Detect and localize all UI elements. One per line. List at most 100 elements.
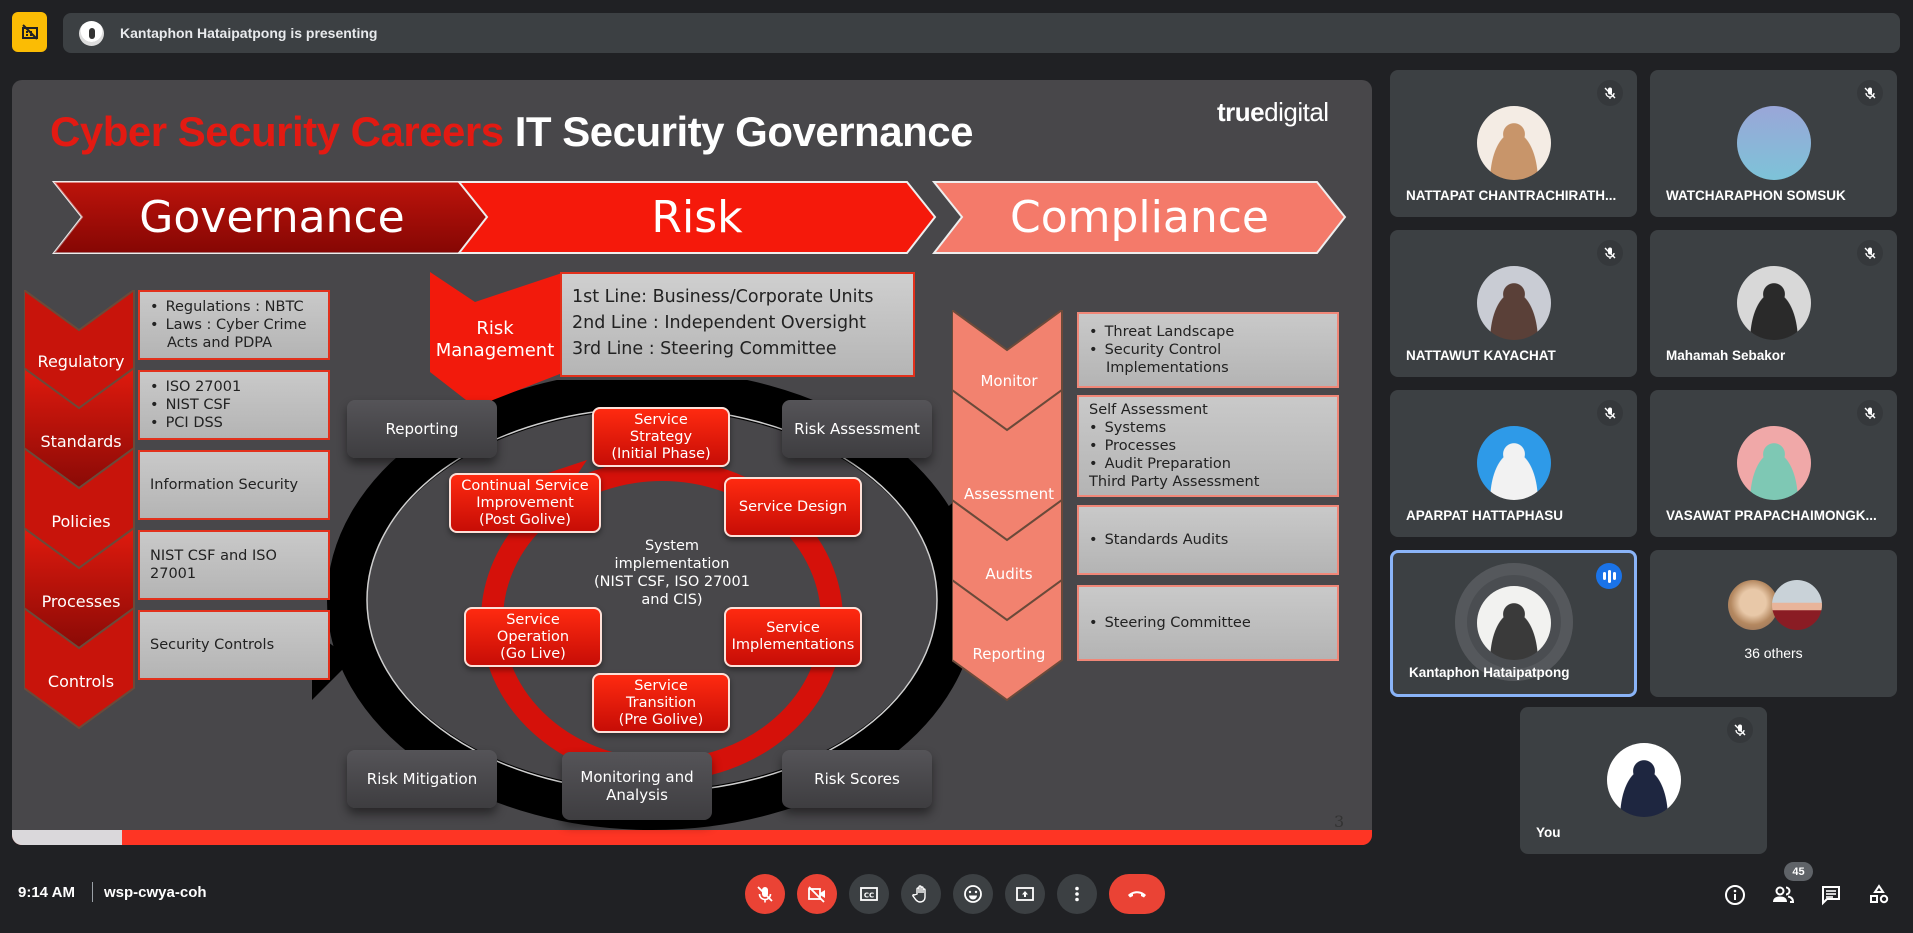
others-count: 36 others bbox=[1744, 645, 1803, 661]
risk-cycle-step: Risk Mitigation bbox=[347, 750, 497, 808]
participant-tile[interactable]: WATCHARAPHON SOMSUK bbox=[1650, 70, 1897, 217]
service-cycle-step: Service Implementations bbox=[724, 607, 862, 667]
present-screen-button[interactable] bbox=[1005, 874, 1045, 914]
governance-list-item: Laws : Cyber Crime bbox=[150, 316, 307, 334]
presentation-off-icon bbox=[21, 24, 38, 40]
compliance-label: Audits bbox=[985, 565, 1033, 583]
participant-tile[interactable]: Mahamah Sebakor bbox=[1650, 230, 1897, 377]
emoji-reaction-button[interactable] bbox=[953, 874, 993, 914]
camera-toggle-button[interactable] bbox=[797, 874, 837, 914]
compliance-label: Reporting bbox=[972, 645, 1046, 663]
cycle-center-text: System implementation (NIST CSF, ISO 270… bbox=[594, 538, 750, 608]
people-button[interactable] bbox=[1768, 880, 1798, 910]
slide-progress-track bbox=[12, 830, 1372, 845]
participant-tile[interactable]: Kantaphon Hataipatpong bbox=[1390, 550, 1637, 697]
participant-name: NATTAWUT KAYACHAT bbox=[1406, 348, 1556, 363]
mic-off-icon bbox=[757, 886, 773, 903]
service-cycle-step: Service Strategy (Initial Phase) bbox=[592, 407, 730, 467]
presentation-badge[interactable] bbox=[12, 12, 47, 52]
truedigital-logo: truedigital bbox=[1217, 97, 1329, 128]
captions-icon: CC bbox=[860, 887, 878, 901]
raise-hand-button[interactable] bbox=[901, 874, 941, 914]
muted-mic-icon bbox=[1597, 400, 1623, 426]
banner-label: Risk bbox=[651, 192, 743, 243]
risk-lines-box: 1st Line: Business/Corporate Units 2nd L… bbox=[560, 272, 915, 377]
activities-icon bbox=[1870, 884, 1889, 904]
presenting-text: Kantaphon Hataipatpong is presenting bbox=[120, 25, 378, 41]
muted-mic-icon bbox=[1597, 80, 1623, 106]
governance-list: Information Security bbox=[150, 476, 298, 494]
risk-line: 3rd Line : Steering Committee bbox=[572, 339, 837, 359]
compliance-list-item: Third Party Assessment bbox=[1089, 474, 1260, 490]
compliance-list: Standards Audits bbox=[1089, 531, 1229, 549]
banner-label: Compliance bbox=[1010, 192, 1269, 243]
compliance-list-item: Self Assessment bbox=[1089, 402, 1208, 418]
participant-tile[interactable]: You bbox=[1520, 707, 1767, 854]
participant-avatar bbox=[1736, 266, 1811, 340]
risk-cycle-step: Risk Scores bbox=[782, 750, 932, 808]
participant-avatar bbox=[1736, 426, 1811, 500]
raise-hand-icon bbox=[912, 885, 926, 903]
compliance-list: Steering Committee bbox=[1089, 614, 1251, 632]
muted-mic-icon bbox=[1727, 717, 1753, 743]
participant-avatar bbox=[1476, 266, 1551, 340]
present-screen-icon bbox=[1016, 887, 1034, 901]
muted-mic-icon bbox=[1857, 80, 1883, 106]
participant-tile[interactable]: NATTAPAT CHANTRACHIRATH... bbox=[1390, 70, 1637, 217]
leave-call-button[interactable] bbox=[1109, 874, 1165, 914]
participant-tile[interactable]: VASAWAT PRAPACHAIMONGK... bbox=[1650, 390, 1897, 537]
governance-label: Controls bbox=[47, 672, 115, 691]
compliance-list-item: Audit Preparation bbox=[1089, 455, 1259, 473]
participant-avatar bbox=[1476, 586, 1551, 660]
banner-risk: Risk bbox=[457, 180, 937, 255]
logo-thin: digital bbox=[1264, 97, 1329, 127]
compliance-list: Threat LandscapeSecurity ControlImplemen… bbox=[1089, 323, 1235, 377]
meeting-info-button[interactable] bbox=[1720, 880, 1750, 910]
participant-avatar bbox=[1476, 426, 1551, 500]
governance-box: Information Security bbox=[138, 450, 330, 520]
divider bbox=[92, 882, 93, 902]
end-call-icon bbox=[1128, 891, 1146, 898]
chat-button[interactable] bbox=[1816, 880, 1846, 910]
more-options-button[interactable] bbox=[1057, 874, 1097, 914]
compliance-list-item: Implementations bbox=[1106, 360, 1229, 376]
risk-management-label: Risk Management bbox=[435, 318, 555, 361]
service-cycle-step: Service Operation (Go Live) bbox=[464, 607, 602, 667]
banner-governance: Governance bbox=[52, 180, 492, 255]
service-cycle-step: Service Transition (Pre Golive) bbox=[592, 673, 730, 733]
governance-list: Security Controls bbox=[150, 636, 274, 654]
governance-list-item: Security Controls bbox=[150, 637, 275, 653]
logo-bold: true bbox=[1217, 97, 1265, 127]
others-tile[interactable]: 36 others bbox=[1650, 550, 1897, 697]
compliance-box: Self AssessmentSystemsProcessesAudit Pre… bbox=[1077, 395, 1339, 497]
participant-name: Mahamah Sebakor bbox=[1666, 348, 1786, 363]
governance-box: NIST CSF and ISO 27001 bbox=[138, 530, 330, 600]
governance-list: Regulations : NBTCLaws : Cyber CrimeActs… bbox=[150, 298, 307, 352]
presenting-banner: Kantaphon Hataipatpong is presenting bbox=[63, 13, 1900, 53]
activities-button[interactable] bbox=[1864, 880, 1894, 910]
speaking-indicator-icon bbox=[1596, 563, 1622, 589]
governance-list-item: NIST CSF bbox=[150, 396, 241, 414]
compliance-list-item: Steering Committee bbox=[1089, 614, 1251, 632]
participant-name: VASAWAT PRAPACHAIMONGK... bbox=[1666, 508, 1877, 523]
slide-progress-fill bbox=[12, 830, 123, 845]
muted-mic-icon bbox=[1597, 240, 1623, 266]
captions-button[interactable]: CC bbox=[849, 874, 889, 914]
governance-list-item: 27001 bbox=[150, 566, 197, 582]
compliance-label: Monitor bbox=[980, 372, 1038, 390]
governance-box: ISO 27001NIST CSFPCI DSS bbox=[138, 370, 330, 440]
participant-name: NATTAPAT CHANTRACHIRATH... bbox=[1406, 188, 1617, 203]
governance-list-item: Acts and PDPA bbox=[167, 335, 273, 351]
meeting-code: wsp-cwya-coh bbox=[104, 884, 207, 901]
compliance-list-item: Systems bbox=[1089, 419, 1259, 437]
mic-toggle-button[interactable] bbox=[745, 874, 785, 914]
participant-tile[interactable]: APARPAT HATTAPHASU bbox=[1390, 390, 1637, 537]
slide-title-red: Cyber Security Careers bbox=[50, 108, 504, 155]
compliance-list-item: Security Control bbox=[1089, 341, 1234, 359]
more-options-icon bbox=[1075, 886, 1079, 902]
participant-name: You bbox=[1536, 825, 1561, 840]
compliance-box: Steering Committee bbox=[1077, 585, 1339, 661]
participant-tile[interactable]: NATTAWUT KAYACHAT bbox=[1390, 230, 1637, 377]
camera-off-icon bbox=[808, 886, 825, 903]
others-avatar bbox=[1772, 580, 1822, 630]
